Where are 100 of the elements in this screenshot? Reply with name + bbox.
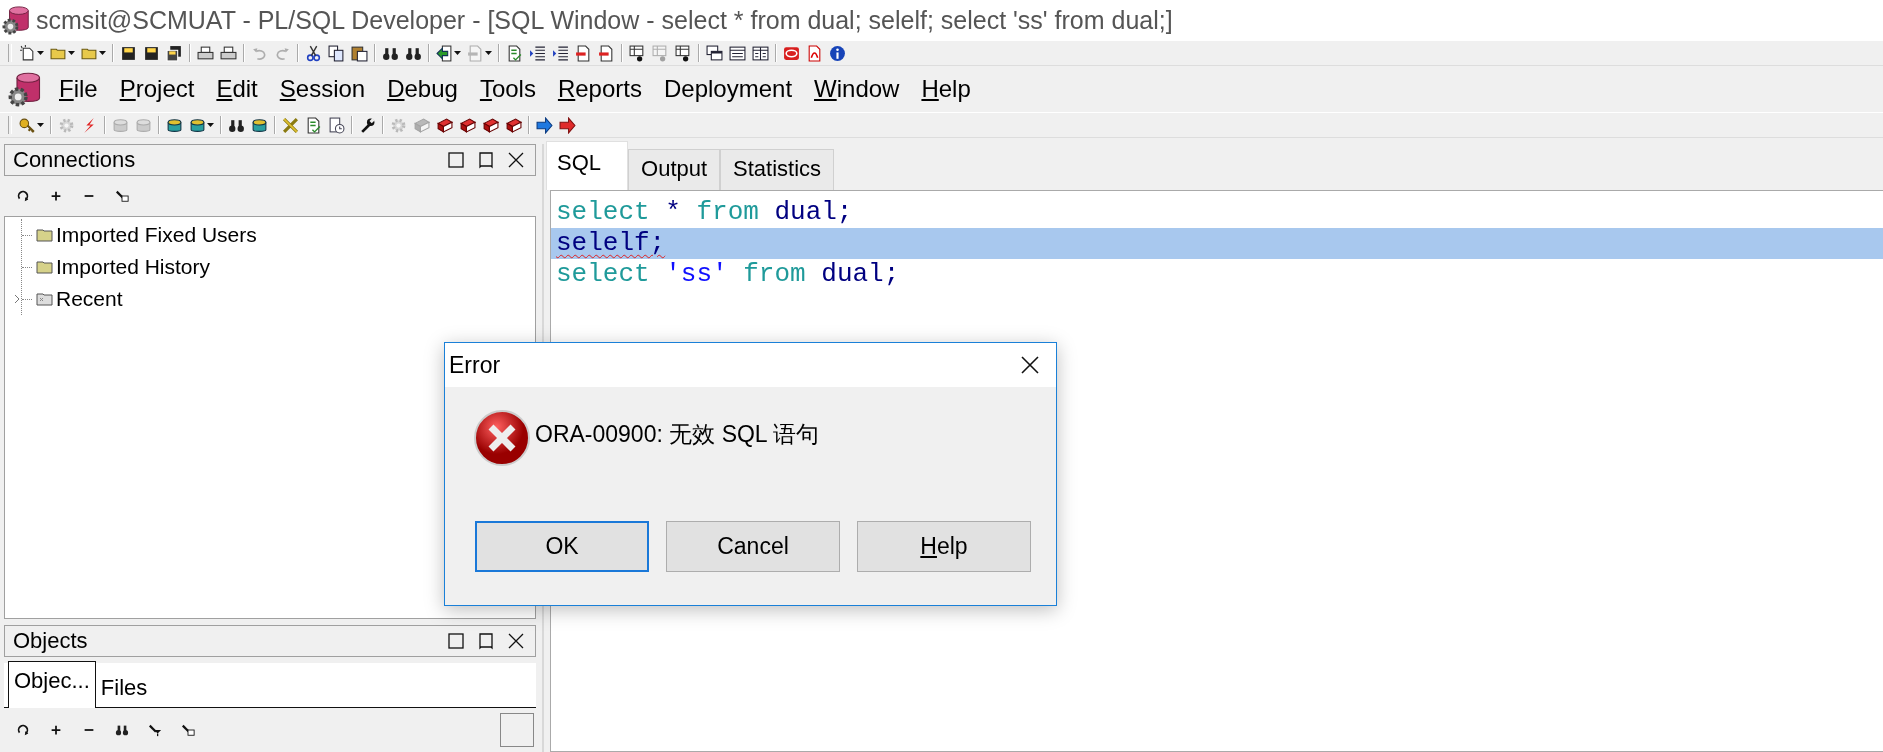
menu-item[interactable]: Deployment bbox=[652, 71, 804, 107]
windows-icon bbox=[706, 44, 723, 62]
dialog-title: Error bbox=[449, 351, 501, 379]
toolbar-button[interactable] bbox=[143, 44, 160, 62]
toolbar-button[interactable] bbox=[436, 116, 453, 134]
menu-item[interactable]: File bbox=[48, 71, 109, 107]
toolbar-button[interactable] bbox=[459, 116, 476, 134]
toolbar-button[interactable] bbox=[675, 44, 692, 62]
new-document-icon bbox=[19, 44, 36, 62]
toolbar-button[interactable] bbox=[19, 44, 44, 62]
arrow-right-icon bbox=[536, 116, 553, 134]
menu-item[interactable]: Reports bbox=[546, 71, 653, 107]
menu-item[interactable]: Debug bbox=[376, 71, 469, 107]
panel-tab[interactable]: Files bbox=[95, 671, 153, 707]
editor-tab[interactable]: Output bbox=[628, 149, 721, 190]
toolbar-button[interactable] bbox=[706, 44, 723, 62]
menu-item[interactable]: Session bbox=[268, 71, 377, 107]
toolbar-button[interactable] bbox=[305, 116, 322, 134]
key-folder-icon[interactable] bbox=[115, 189, 129, 203]
toolbar-button[interactable] bbox=[305, 44, 322, 62]
dialog-button[interactable]: OK bbox=[475, 521, 649, 572]
menu-item[interactable]: Project bbox=[108, 71, 206, 107]
tree-item[interactable]: Recent bbox=[56, 287, 123, 311]
toolbar-button[interactable] bbox=[436, 44, 461, 62]
float-icon[interactable] bbox=[477, 632, 495, 650]
indent-icon bbox=[529, 44, 546, 62]
key-folder-icon[interactable] bbox=[181, 723, 195, 737]
toolbar-button[interactable] bbox=[752, 44, 769, 62]
database-icon bbox=[112, 116, 129, 134]
caret-icon bbox=[99, 51, 106, 55]
tree-item[interactable]: Imported Fixed Users bbox=[56, 223, 257, 247]
toolbar-button[interactable] bbox=[197, 44, 214, 62]
refresh-icon[interactable] bbox=[16, 189, 30, 203]
close-icon[interactable] bbox=[507, 632, 525, 650]
app-logo-icon bbox=[2, 5, 32, 35]
toolbar-button[interactable] bbox=[598, 44, 615, 62]
toolbar-button[interactable] bbox=[251, 116, 268, 134]
code-line: select 'ss' from dual; bbox=[555, 259, 901, 290]
menu-item[interactable]: Help bbox=[910, 71, 982, 107]
menu-item[interactable]: Edit bbox=[205, 71, 269, 107]
menu-item[interactable]: Tools bbox=[468, 71, 547, 107]
toolbar-button[interactable] bbox=[482, 116, 499, 134]
checklist-icon bbox=[506, 44, 523, 62]
oval-logo-icon bbox=[783, 44, 800, 62]
indent-icon bbox=[552, 44, 569, 62]
document-icon bbox=[598, 44, 615, 62]
menu-item[interactable]: Window bbox=[803, 71, 911, 107]
toolbar-button[interactable] bbox=[559, 116, 576, 134]
plus-icon[interactable] bbox=[49, 723, 63, 737]
toolbar-button[interactable] bbox=[328, 116, 345, 134]
toolbar-button[interactable] bbox=[536, 116, 553, 134]
database-icon bbox=[166, 116, 183, 134]
query-icon bbox=[629, 44, 646, 62]
toolbar-button[interactable] bbox=[166, 116, 183, 134]
close-icon[interactable] bbox=[507, 151, 525, 169]
folder-icon bbox=[36, 292, 53, 306]
dialog-button[interactable]: Cancel bbox=[666, 521, 840, 572]
wrench-icon bbox=[359, 116, 376, 134]
plus-icon[interactable] bbox=[49, 189, 63, 203]
maximize-icon[interactable] bbox=[447, 151, 465, 169]
toolbar-button[interactable] bbox=[220, 44, 237, 62]
toolbar-button[interactable] bbox=[829, 44, 846, 62]
editor-tab[interactable]: SQL bbox=[546, 141, 629, 190]
toggle-button[interactable] bbox=[500, 713, 534, 747]
close-icon[interactable] bbox=[1020, 355, 1040, 375]
toolbar-button[interactable] bbox=[359, 116, 376, 134]
toolbar-button[interactable] bbox=[19, 116, 44, 134]
refresh-icon[interactable] bbox=[16, 723, 30, 737]
toolbar-button[interactable] bbox=[351, 44, 368, 62]
toolbar-button[interactable] bbox=[552, 44, 569, 62]
copy-icon bbox=[328, 44, 345, 62]
toolbar-button[interactable] bbox=[529, 44, 546, 62]
panel-title: Connections bbox=[13, 147, 136, 173]
toolbar-button[interactable] bbox=[575, 44, 592, 62]
filter-icon[interactable] bbox=[148, 723, 162, 737]
toolbar-button[interactable] bbox=[120, 44, 137, 62]
toolbar-button[interactable] bbox=[189, 116, 214, 134]
editor-tab[interactable]: Statistics bbox=[720, 149, 835, 190]
toolbar-button[interactable] bbox=[729, 44, 746, 62]
maximize-icon[interactable] bbox=[447, 632, 465, 650]
toolbar-button[interactable] bbox=[505, 116, 522, 134]
toolbar-button[interactable] bbox=[629, 44, 646, 62]
caret-icon bbox=[454, 51, 461, 55]
arrow-in-icon bbox=[436, 44, 453, 62]
paste-icon bbox=[351, 44, 368, 62]
toolbar-button[interactable] bbox=[328, 44, 345, 62]
caret-icon bbox=[68, 51, 75, 55]
float-icon[interactable] bbox=[477, 151, 495, 169]
tree-item[interactable]: Imported History bbox=[56, 255, 211, 279]
binoculars-icon[interactable] bbox=[115, 723, 129, 737]
caret-icon bbox=[485, 51, 492, 55]
dialog-button[interactable]: Help bbox=[857, 521, 1031, 572]
toolbar-button[interactable] bbox=[506, 44, 523, 62]
key-icon bbox=[19, 116, 36, 134]
book-icon bbox=[459, 116, 476, 134]
toolbar-button[interactable] bbox=[166, 44, 183, 62]
code-line: select * from dual; bbox=[555, 197, 854, 228]
panel-tab[interactable]: Objec... bbox=[8, 661, 96, 708]
printer-icon bbox=[220, 44, 237, 62]
gear-icon bbox=[390, 116, 407, 134]
